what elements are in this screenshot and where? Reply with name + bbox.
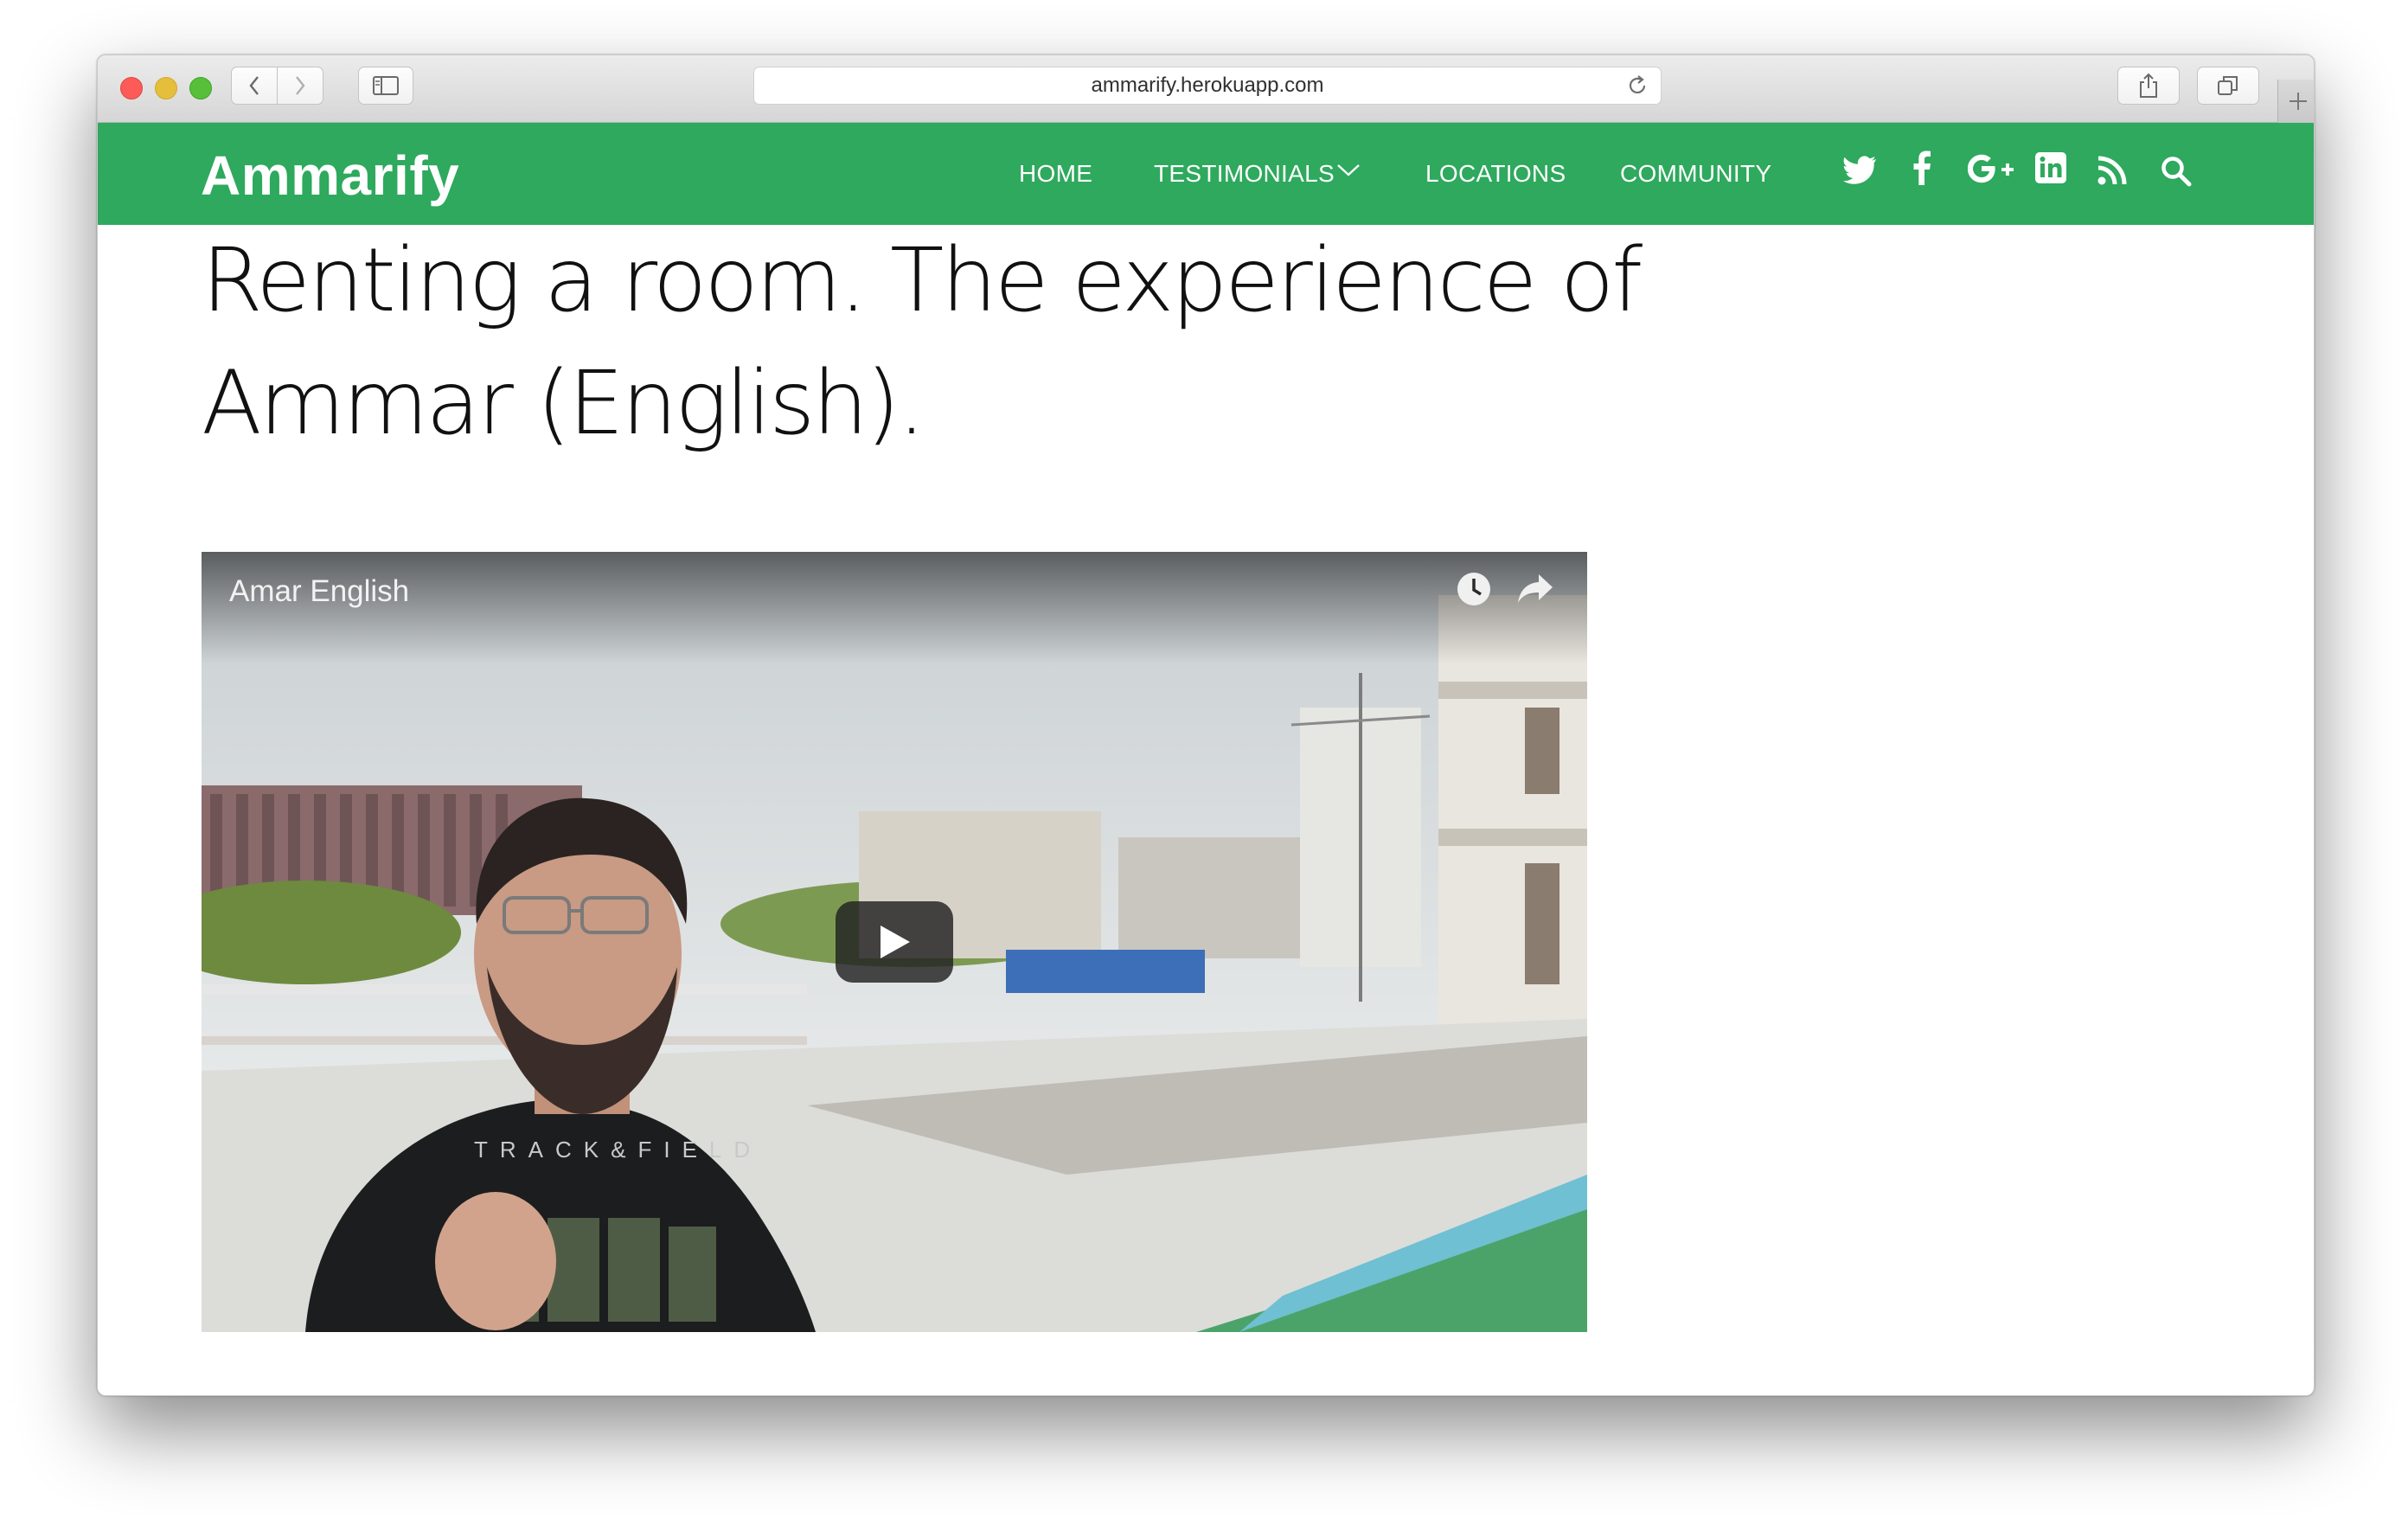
twitter-icon[interactable] [1843, 156, 1878, 185]
share-icon[interactable] [1516, 573, 1554, 605]
back-button[interactable] [231, 67, 278, 105]
chevron-left-icon [249, 76, 259, 95]
rss-icon[interactable] [2097, 156, 2127, 185]
nav-testimonials[interactable]: TESTIMONIALS [1154, 160, 1335, 188]
reload-icon[interactable] [1626, 74, 1649, 97]
facebook-icon[interactable] [1912, 151, 1931, 185]
site-navbar: Ammarify HOME TESTIMONIALS LOCATIONS COM… [98, 123, 2314, 225]
maximize-window-button[interactable] [189, 77, 212, 99]
play-button[interactable] [836, 901, 953, 983]
show-tabs-button[interactable] [2197, 67, 2259, 105]
share-icon [2140, 73, 2157, 98]
article-title: Renting a room. The experience of Ammar … [202, 220, 1689, 465]
article-title-line-1: Renting a room. The experience of [202, 229, 1643, 332]
plus-icon [2290, 93, 2307, 110]
play-icon [881, 926, 910, 958]
new-tab-button[interactable] [2277, 80, 2314, 123]
browser-window: ammarify.herokuapp.com Ammarify HOME TES… [97, 54, 2315, 1396]
address-bar[interactable]: ammarify.herokuapp.com [753, 67, 1662, 105]
site-logo[interactable]: Ammarify [201, 144, 459, 208]
chevron-down-icon[interactable] [1336, 163, 1361, 178]
tabs-icon [2218, 76, 2238, 95]
url-text: ammarify.herokuapp.com [1091, 74, 1324, 97]
clock-icon[interactable] [1456, 571, 1492, 607]
google-plus-icon[interactable] [1968, 154, 2016, 183]
chevron-right-icon [296, 76, 305, 95]
close-window-button[interactable] [120, 77, 143, 99]
browser-toolbar: ammarify.herokuapp.com [98, 55, 2314, 123]
article-title-line-2: Ammar (English). [202, 352, 925, 455]
search-icon[interactable] [2161, 156, 2192, 187]
share-button[interactable] [2117, 67, 2180, 105]
video-header-shade [202, 552, 1587, 664]
svg-text:TRACK&FIELD: TRACK&FIELD [474, 1137, 762, 1163]
forward-button[interactable] [277, 67, 323, 105]
video-title[interactable]: Amar English [229, 574, 409, 609]
nav-home[interactable]: HOME [1019, 160, 1092, 188]
sidebar-icon [373, 76, 399, 95]
linkedin-icon[interactable] [2035, 152, 2066, 183]
video-player[interactable]: TRACK&FIELD Amar English [202, 552, 1587, 1332]
nav-locations[interactable]: LOCATIONS [1425, 160, 1566, 188]
sidebar-toggle-button[interactable] [358, 67, 413, 105]
minimize-window-button[interactable] [155, 77, 177, 99]
nav-community[interactable]: COMMUNITY [1620, 160, 1771, 188]
